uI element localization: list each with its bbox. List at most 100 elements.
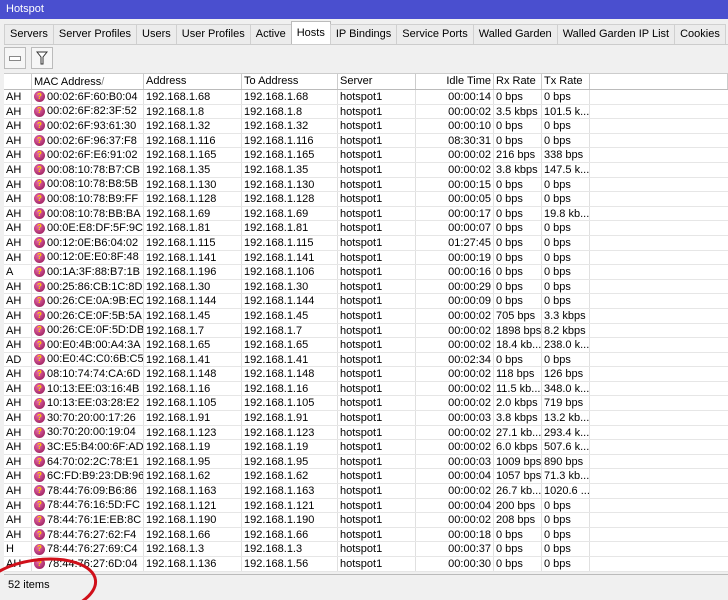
- table-row[interactable]: AH? 64:70:02:2C:78:E1 192.168.1.95 192.168.…: [4, 454, 728, 470]
- column-header-rx-rate[interactable]: Rx Rate: [494, 74, 542, 89]
- table-row[interactable]: AH? 78:44:76:27:6D:04 192.168.1.136 192.168…: [4, 557, 728, 572]
- cell-filler: [590, 513, 728, 527]
- mac-text: 6C:FD:B9:23:DB:96: [47, 470, 144, 483]
- tab-service-ports[interactable]: Service Ports: [396, 24, 474, 44]
- table-row[interactable]: AH? 08:10:74:74:CA:6D 192.168.1.148 192.168…: [4, 367, 728, 382]
- cell-rx-rate: 3.8 kbps: [494, 162, 542, 177]
- column-header-tx-rate[interactable]: Tx Rate: [542, 74, 590, 89]
- tab-ip-bindings[interactable]: IP Bindings: [329, 24, 398, 44]
- column-header-to-address[interactable]: To Address: [242, 74, 338, 89]
- cell-idle-time: 00:00:10: [416, 119, 494, 133]
- table-row[interactable]: AH? 00:0E:E8:DF:5F:9C 192.168.1.81 192.168.…: [4, 221, 728, 236]
- table-row[interactable]: AH? 78:44:76:16:5D:FC 192.168.1.121 192.168…: [4, 498, 728, 514]
- table-row[interactable]: AH? 00:08:10:78:B9:FF 192.168.1.128 192.168…: [4, 192, 728, 207]
- cell-to-address: 192.168.1.91: [242, 411, 338, 425]
- mac-text: 00:26:CE:0A:9B:EC: [47, 295, 144, 308]
- cell-to-address: 192.168.1.130: [242, 177, 338, 192]
- cell-mac-address: ? 00:12:0E:E0:8F:48: [32, 250, 144, 265]
- tab-cookies[interactable]: Cookies: [674, 24, 726, 44]
- table-row[interactable]: AH? 10:13:EE:03:28:E2 192.168.1.105 192.168…: [4, 396, 728, 412]
- table-row[interactable]: AH? 78:44:76:09:B6:86 192.168.1.163 192.168…: [4, 484, 728, 499]
- table-row[interactable]: AH? 00:26:CE:0A:9B:EC 192.168.1.144 192.168…: [4, 294, 728, 309]
- filter-button[interactable]: [31, 47, 53, 69]
- tab-walled-garden-ip-list[interactable]: Walled Garden IP List: [556, 24, 676, 44]
- cell-filler: [590, 396, 728, 410]
- cell-mac-address: ? 00:02:6F:E6:91:02: [32, 148, 144, 162]
- table-row[interactable]: AH? 10:13:EE:03:16:4B 192.168.1.16 192.168.…: [4, 381, 728, 397]
- cell-tx-rate: 338 bps: [542, 148, 590, 162]
- cell-flags: AH: [4, 133, 32, 148]
- tab-user-profiles[interactable]: User Profiles: [175, 24, 251, 44]
- table-row[interactable]: AH? 00:E0:4B:00:A4:3A 192.168.1.65 192.168.…: [4, 338, 728, 353]
- table-row[interactable]: AH? 78:44:76:27:62:F4 192.168.1.66 192.168.…: [4, 527, 728, 543]
- cell-idle-time: 00:00:16: [416, 265, 494, 279]
- cell-idle-time: 00:00:02: [416, 440, 494, 454]
- cell-address: 192.168.1.19: [144, 440, 242, 454]
- table-row[interactable]: AD? 00:E0:4C:C0:6B:C5 192.168.1.41 192.168.…: [4, 352, 728, 368]
- table-row[interactable]: AH? 00:02:6F:60:B0:04 192.168.1.68 192.168.…: [4, 90, 728, 105]
- tab-walled-garden[interactable]: Walled Garden: [472, 24, 558, 44]
- cell-server: hotspot1: [338, 104, 416, 119]
- column-header-address[interactable]: Address: [144, 74, 242, 89]
- column-header-label: To Address: [244, 75, 299, 87]
- cell-address: 192.168.1.16: [144, 381, 242, 396]
- column-header-idle-time[interactable]: Idle Time: [416, 74, 494, 89]
- cell-mac-address: ? 00:02:6F:96:37:F8: [32, 133, 144, 148]
- mac-text: 08:10:74:74:CA:6D: [47, 368, 141, 381]
- host-status-icon: ?: [34, 558, 45, 570]
- table-row[interactable]: AH? 00:08:10:78:B8:5B 192.168.1.130 192.168…: [4, 177, 728, 193]
- cell-to-address: 192.168.1.123: [242, 425, 338, 440]
- table-row[interactable]: A? 00:1A:3F:88:B7:1B 192.168.1.196 192.168.…: [4, 265, 728, 280]
- table-row[interactable]: AH? 00:26:CE:0F:5D:DB 192.168.1.7 192.168.1…: [4, 323, 728, 339]
- table-row[interactable]: AH? 00:25:86:CB:1C:8D 192.168.1.30 192.168.…: [4, 279, 728, 295]
- table-row[interactable]: AH? 00:02:6F:93:61:30 192.168.1.32 192.168.…: [4, 119, 728, 134]
- table-row[interactable]: AH? 00:12:0E:B6:04:02 192.168.1.115 192.168…: [4, 235, 728, 251]
- table-row[interactable]: AH? 30:70:20:00:17:26 192.168.1.91 192.168.…: [4, 411, 728, 426]
- column-header-flags[interactable]: [4, 74, 32, 89]
- cell-to-address: 192.168.1.19: [242, 440, 338, 454]
- remove-button[interactable]: [4, 47, 26, 69]
- host-status-icon: ?: [34, 441, 45, 453]
- cell-tx-rate: 0 bps: [542, 221, 590, 235]
- tab-users[interactable]: Users: [136, 24, 177, 44]
- cell-mac-address: ? 00:02:6F:60:B0:04: [32, 90, 144, 104]
- cell-server: hotspot1: [338, 454, 416, 469]
- table-row[interactable]: AH? 00:08:10:78:B7:CB 192.168.1.35 192.168.…: [4, 162, 728, 178]
- tab-servers[interactable]: Servers: [4, 24, 54, 44]
- cell-mac-address: ? 00:08:10:78:B9:FF: [32, 192, 144, 206]
- cell-filler: [590, 309, 728, 323]
- cell-address: 192.168.1.81: [144, 221, 242, 235]
- cell-flags: AH: [4, 396, 32, 411]
- cell-address: 192.168.1.136: [144, 557, 242, 571]
- table-row[interactable]: AH? 00:12:0E:E0:8F:48 192.168.1.141 192.168…: [4, 250, 728, 266]
- cell-address: 192.168.1.121: [144, 498, 242, 513]
- cell-to-address: 192.168.1.66: [242, 527, 338, 542]
- table-row[interactable]: AH? 6C:FD:B9:23:DB:96 192.168.1.62 192.168.…: [4, 469, 728, 485]
- tab-hosts[interactable]: Hosts: [290, 21, 331, 44]
- cell-rx-rate: 3.5 kbps: [494, 104, 542, 119]
- table-row[interactable]: AH? 00:08:10:78:BB:BA 192.168.1.69 192.168.…: [4, 206, 728, 222]
- cell-mac-address: ? 00:02:6F:93:61:30: [32, 119, 144, 133]
- table-row[interactable]: AH? 00:26:CE:0F:5B:5A 192.168.1.45 192.168.…: [4, 308, 728, 324]
- status-bar: 52 items: [4, 574, 728, 596]
- table-row[interactable]: AH? 3C:E5:B4:00:6F:AD 192.168.1.19 192.168.…: [4, 440, 728, 455]
- column-header-server[interactable]: Server: [338, 74, 416, 89]
- tab-server-profiles[interactable]: Server Profiles: [52, 24, 138, 44]
- tab-active[interactable]: Active: [249, 24, 292, 44]
- table-row[interactable]: AH? 00:02:6F:E6:91:02 192.168.1.165 192.168…: [4, 148, 728, 163]
- table-row[interactable]: AH? 78:44:76:1E:EB:8C 192.168.1.190 192.168…: [4, 513, 728, 528]
- cell-tx-rate: 507.6 k...: [544, 440, 590, 454]
- cell-tx-rate: 0 bps: [542, 119, 590, 133]
- cell-flags: AH: [4, 279, 32, 294]
- mac-text: 00:08:10:78:B8:5B: [47, 178, 139, 191]
- table-row[interactable]: AH? 00:02:6F:96:37:F8 192.168.1.116 192.168…: [4, 133, 728, 149]
- table-row[interactable]: AH? 30:70:20:00:19:04 192.168.1.123 192.168…: [4, 425, 728, 441]
- cell-rx-rate: 0 bps: [494, 250, 542, 265]
- table-row[interactable]: AH? 00:02:6F:82:3F:52 192.168.1.8 192.168.1…: [4, 104, 728, 120]
- cell-idle-time: 00:00:02: [416, 148, 494, 162]
- cell-to-address: 192.168.1.62: [242, 469, 338, 484]
- cell-address: 192.168.1.123: [144, 425, 242, 440]
- column-header-mac-address[interactable]: MAC Address /: [32, 74, 144, 89]
- cell-filler: [590, 192, 728, 206]
- table-row[interactable]: H? 78:44:76:27:69:C4 192.168.1.3 192.168.1.…: [4, 542, 728, 557]
